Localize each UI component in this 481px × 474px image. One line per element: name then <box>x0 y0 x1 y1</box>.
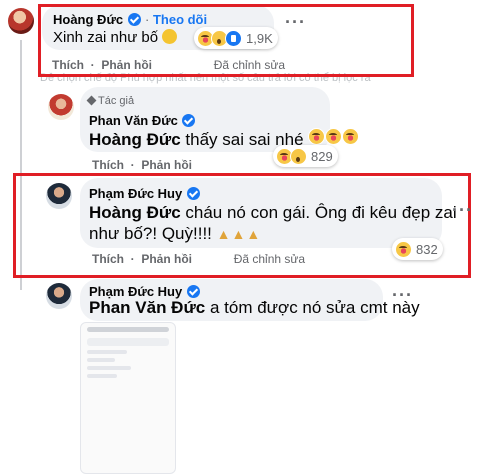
haha-emoji <box>342 128 360 145</box>
avatar-phan-van-duc[interactable] <box>48 94 74 120</box>
haha-reaction-icon <box>395 240 412 258</box>
comment-bubble-2: Tác giả Phan Văn Đức Hoàng Đức thấy sai … <box>80 87 360 152</box>
reaction-summary-2[interactable]: 829 <box>273 145 338 167</box>
comment-bubble-4: Phạm Đức Huy Phan Văn Đức a tóm được nó … <box>80 279 420 321</box>
author-name[interactable]: Phan Văn Đức <box>89 113 178 128</box>
comment-text-3-line2: như bố?! Quỳ!!!! ▲▲▲ <box>89 224 262 243</box>
edited-label[interactable]: Đã chỉnh sửa <box>234 252 305 266</box>
praying-hands-emoji: ▲▲▲ <box>216 226 262 242</box>
comment-actions-3: Thích · Phản hồi Đã chỉnh sửa <box>92 252 306 266</box>
image-search-bar <box>87 338 169 346</box>
comment-text-3-line1: Hoàng Đức cháu nó con gái. Ông đi kêu đẹ… <box>89 203 457 222</box>
image-line <box>87 350 127 354</box>
verified-badge-icon <box>186 285 200 298</box>
avatar-pham-duc-huy[interactable] <box>46 183 72 209</box>
like-button[interactable]: Thích <box>92 252 124 266</box>
author-name[interactable]: Phạm Đức Huy <box>89 186 182 201</box>
comment-text-4: Phan Văn Đức a tóm được nó sửa cmt này <box>89 298 420 317</box>
avatar-hoang-duc[interactable] <box>8 8 34 34</box>
image-line <box>87 358 115 362</box>
pen-author-icon <box>86 95 97 106</box>
mention-link[interactable]: Phan Văn Đức <box>89 298 205 317</box>
reaction-count: 829 <box>311 148 333 164</box>
mention-link[interactable]: Hoàng Đức <box>89 203 181 222</box>
avatar-pham-duc-huy[interactable] <box>46 283 72 309</box>
haha-emoji <box>308 128 326 145</box>
reply-button[interactable]: Phản hồi <box>141 158 192 172</box>
mention-link[interactable]: Hoàng Đức <box>89 130 181 149</box>
verified-badge-icon <box>182 114 196 127</box>
more-options-icon[interactable]: ··· <box>452 200 473 221</box>
haha-emoji <box>325 128 343 145</box>
comment-bubble-3: Phạm Đức Huy Hoàng Đức cháu nó con gái. … <box>80 178 457 248</box>
verified-badge-icon <box>186 187 200 200</box>
wow-reaction-icon <box>290 147 307 165</box>
comment-actions-2: Thích · Phản hồi <box>92 158 193 172</box>
comment-header-3: Phạm Đức Huy <box>89 185 200 203</box>
highlight-box-1 <box>38 4 414 77</box>
reaction-summary-3[interactable]: 832 <box>392 238 443 260</box>
image-line <box>87 374 117 378</box>
image-line <box>87 366 131 370</box>
reply-button[interactable]: Phản hồi <box>141 252 192 266</box>
image-status-bar <box>87 327 169 332</box>
author-name[interactable]: Phạm Đức Huy <box>89 284 182 299</box>
more-options-icon[interactable]: ··· <box>392 285 413 306</box>
author-tag: Tác giả <box>86 95 134 107</box>
like-button[interactable]: Thích <box>92 158 124 172</box>
attached-screenshot-image[interactable] <box>80 322 176 474</box>
reaction-count: 832 <box>416 241 438 257</box>
